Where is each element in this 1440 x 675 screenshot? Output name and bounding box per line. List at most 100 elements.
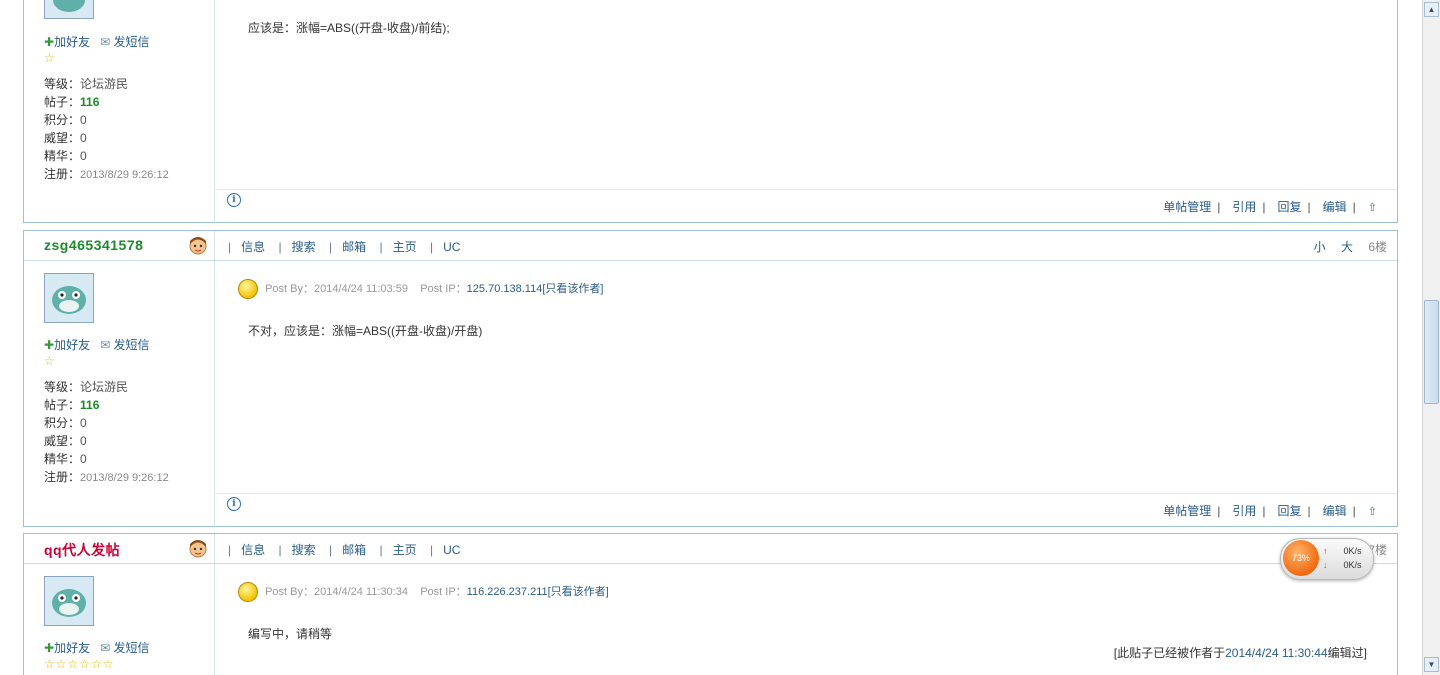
plus-icon: ✚ [44, 35, 55, 49]
rank-stars: ☆ [44, 354, 56, 368]
rank-stars: ☆☆☆☆☆☆ [44, 657, 115, 671]
send-message-link[interactable]: 发短信 [114, 338, 150, 352]
author-panel: ✚加好友 ✉ 发短信 ☆ 等级：论坛游民 帖子：116 积分：0 威望：0 精华… [24, 0, 215, 224]
author-links: | 信息 | 搜索 | 邮箱 | 主页 | UC [228, 240, 461, 254]
post-actions: 单帖管理 | 引用 | 回复 | 编辑 | ⇧ [1163, 504, 1377, 518]
author-post-count: 116 [80, 95, 100, 109]
author-level: 论坛游民 [80, 77, 129, 91]
avatar[interactable] [44, 0, 94, 19]
post-header: zsg465341578 | 信息 | 搜索 | 邮箱 | 主页 | UC 小 大 6楼 [24, 231, 1397, 261]
scroll-thumb[interactable] [1424, 300, 1439, 404]
author-links: | 信息 | 搜索 | 邮箱 | 主页 | UC [228, 543, 461, 557]
post-ip: 125.70.138.114 [466, 282, 543, 295]
add-friend-link[interactable]: 加好友 [54, 35, 90, 49]
author-actions: ✚加好友 ✉ 发短信 [44, 639, 150, 656]
arrow-down-icon: ↓ [1323, 560, 1328, 570]
info-icon[interactable]: i [227, 193, 241, 207]
post-content: 编写中，请稍等 [248, 627, 333, 641]
homepage-link[interactable]: 主页 [393, 543, 417, 557]
author-panel: ✚加好友 ✉ 发短信 ☆ 等级：论坛游民 帖子：116 积分：0 威望：0 精华… [24, 261, 215, 528]
post-floor-6: zsg465341578 | 信息 | 搜索 | 邮箱 | 主页 | UC 小 大 6楼 … [23, 230, 1398, 528]
send-message-link[interactable]: 发短信 [114, 641, 150, 655]
rank-stars: ☆ [44, 51, 56, 65]
reply-button[interactable]: 回复 [1278, 504, 1302, 518]
edit-button[interactable]: 编辑 [1323, 200, 1347, 214]
author-prestige: 0 [80, 434, 87, 448]
smiley-icon [238, 582, 258, 602]
avatar[interactable] [44, 273, 94, 323]
author-username[interactable]: qq代人发帖 [44, 540, 120, 560]
edited-note: [此贴子已经被作者于2014/4/24 11:30:44编辑过] [1113, 646, 1367, 660]
author-username[interactable]: zsg465341578 [44, 237, 143, 253]
author-register-date: 2013/8/29 9:26:12 [80, 472, 169, 484]
quote-button[interactable]: 引用 [1232, 200, 1256, 214]
font-small-button[interactable]: 小 [1314, 240, 1326, 254]
post-footer: i 单帖管理 | 引用 | 回复 | 编辑 | ⇧ [214, 189, 1397, 224]
avatar[interactable] [44, 576, 94, 626]
forum-thread-view: ✚加好友 ✉ 发短信 ☆ 等级：论坛游民 帖子：116 积分：0 威望：0 精华… [0, 0, 1422, 675]
post-header: qq代人发帖 | 信息 | 搜索 | 邮箱 | 主页 | UC 7楼 [24, 534, 1397, 564]
font-large-button[interactable]: 大 [1341, 240, 1353, 254]
info-link[interactable]: 信息 [241, 240, 265, 254]
plus-icon: ✚ [44, 338, 55, 352]
author-essence: 0 [80, 149, 87, 163]
post-content: 应该是：涨幅=ABS((开盘-收盘)/前结); [248, 21, 450, 35]
author-actions: ✚加好友 ✉ 发短信 [44, 33, 150, 50]
post-content: 不对，应该是：涨幅=ABS((开盘-收盘)/开盘) [248, 324, 483, 338]
envelope-icon: ✉ [100, 641, 111, 655]
post-time: 2014/4/24 11:30:34 [313, 585, 408, 598]
plus-icon: ✚ [44, 641, 55, 655]
network-speed-widget[interactable]: 73% ↑ 0K/s ↓ 0K/s [1280, 538, 1374, 580]
back-to-top-icon[interactable]: ⇧ [1368, 506, 1377, 518]
floor-controls: 小 大 6楼 [1302, 238, 1387, 255]
only-author-link[interactable]: [只看该作者] [542, 283, 603, 295]
reply-button[interactable]: 回复 [1278, 200, 1302, 214]
post-ip: 116.226.237.211 [466, 585, 548, 598]
back-to-top-icon[interactable]: ⇧ [1368, 202, 1377, 214]
post-floor-7: qq代人发帖 | 信息 | 搜索 | 邮箱 | 主页 | UC 7楼 ✚加好友 ✉ 发短信 [23, 533, 1398, 675]
author-post-count: 116 [80, 398, 100, 412]
author-panel: ✚加好友 ✉ 发短信 ☆☆☆☆☆☆ [24, 564, 215, 675]
search-link[interactable]: 搜索 [292, 240, 316, 254]
send-message-link[interactable]: 发短信 [114, 35, 150, 49]
mail-link[interactable]: 邮箱 [342, 543, 366, 557]
vertical-scrollbar[interactable]: ▲ ▼ [1422, 0, 1440, 675]
post-meta: Post By：2014/4/24 11:30:34 Post IP：116.2… [238, 582, 609, 602]
user-face-icon [189, 237, 207, 255]
post-previous: ✚加好友 ✉ 发短信 ☆ 等级：论坛游民 帖子：116 积分：0 威望：0 精华… [23, 0, 1398, 224]
post-actions: 单帖管理 | 引用 | 回复 | 编辑 | ⇧ [1163, 200, 1377, 214]
mail-link[interactable]: 邮箱 [342, 240, 366, 254]
author-prestige: 0 [80, 131, 87, 145]
author-stats: 等级：论坛游民 帖子：116 积分：0 威望：0 精华：0 注册：2013/8/… [44, 77, 169, 181]
post-meta: Post By：2014/4/24 11:03:59 Post IP：125.7… [238, 279, 603, 299]
author-essence: 0 [80, 452, 87, 466]
post-time: 2014/4/24 11:03:59 [313, 282, 408, 295]
author-register-date: 2013/8/29 9:26:12 [80, 169, 169, 181]
search-link[interactable]: 搜索 [292, 543, 316, 557]
uc-link[interactable]: UC [443, 240, 460, 254]
post-footer: i 单帖管理 | 引用 | 回复 | 编辑 | ⇧ [214, 493, 1397, 528]
author-score: 0 [80, 416, 87, 430]
memory-usage-ball[interactable]: 73% [1283, 540, 1319, 576]
download-speed: ↓ 0K/s [1323, 560, 1362, 570]
info-link[interactable]: 信息 [241, 543, 265, 557]
author-actions: ✚加好友 ✉ 发短信 [44, 336, 150, 353]
scroll-down-button[interactable]: ▼ [1424, 657, 1439, 672]
floor-number: 6楼 [1368, 240, 1387, 254]
edited-time: 2014/4/24 11:30:44 [1225, 646, 1328, 660]
scroll-up-button[interactable]: ▲ [1424, 2, 1439, 17]
arrow-up-icon: ↑ [1323, 546, 1328, 556]
edit-button[interactable]: 编辑 [1323, 504, 1347, 518]
smiley-icon [238, 279, 258, 299]
quote-button[interactable]: 引用 [1232, 504, 1256, 518]
uc-link[interactable]: UC [443, 543, 460, 557]
manage-post-button[interactable]: 单帖管理 [1163, 504, 1211, 518]
homepage-link[interactable]: 主页 [393, 240, 417, 254]
add-friend-link[interactable]: 加好友 [54, 338, 90, 352]
author-stats: 等级：论坛游民 帖子：116 积分：0 威望：0 精华：0 注册：2013/8/… [44, 380, 169, 484]
upload-speed: ↑ 0K/s [1323, 546, 1362, 556]
info-icon[interactable]: i [227, 497, 241, 511]
manage-post-button[interactable]: 单帖管理 [1163, 200, 1211, 214]
add-friend-link[interactable]: 加好友 [54, 641, 90, 655]
only-author-link[interactable]: [只看该作者] [548, 586, 609, 598]
